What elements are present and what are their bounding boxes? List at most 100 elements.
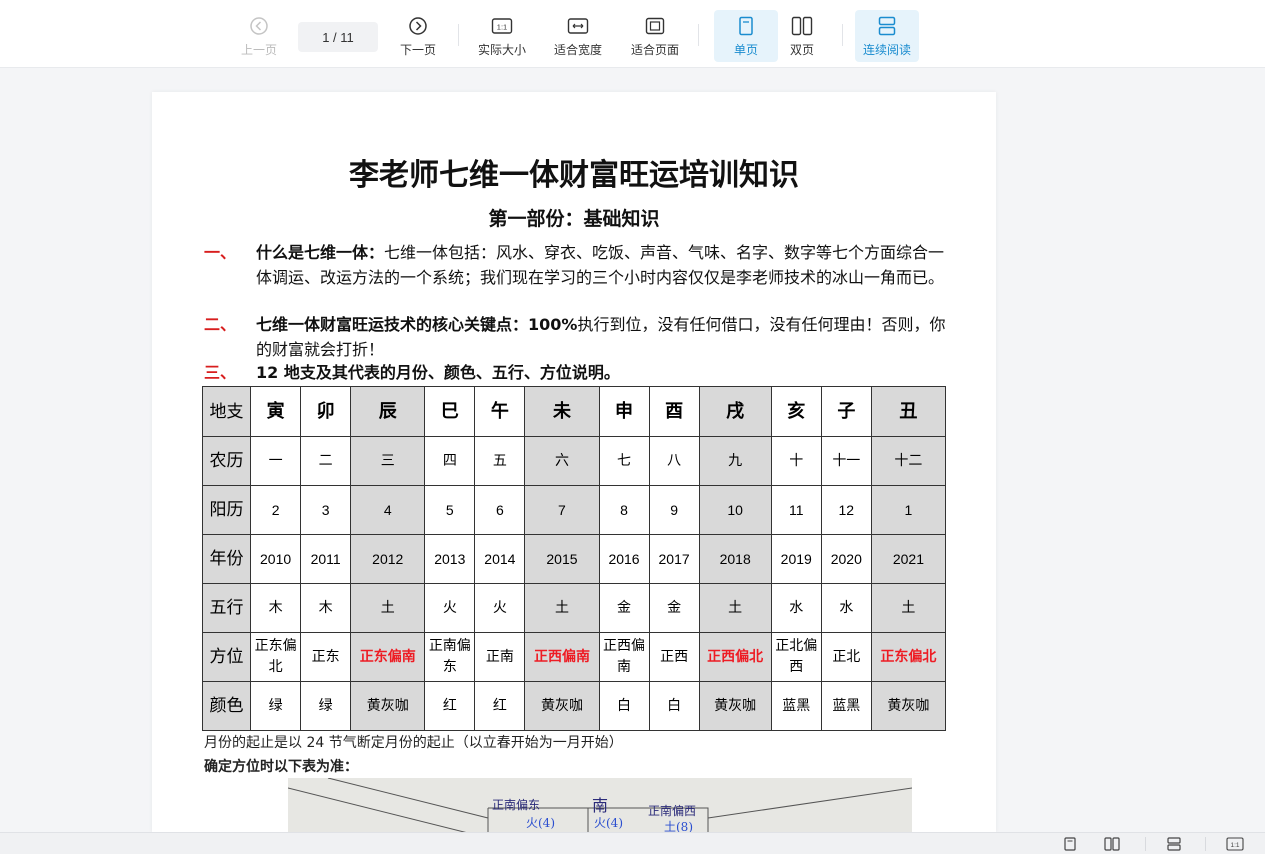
cell-value: 2019 [780, 550, 812, 567]
table-cell: 红 [474, 681, 526, 731]
cell-value: 2017 [658, 550, 690, 567]
table-cell: 9 [648, 485, 700, 535]
table-cell: 11 [770, 485, 822, 535]
svg-text:1:1: 1:1 [1230, 842, 1239, 849]
table-cell: 2020 [820, 534, 872, 584]
cell-value: 金 [617, 599, 632, 616]
table-cell: 2 [250, 485, 302, 535]
table-cell: 九 [698, 436, 772, 486]
cell-value: 红 [492, 697, 507, 714]
actual-size-label: 实际大小 [477, 43, 526, 57]
table-cell: 十一 [820, 436, 872, 486]
row-header-cell: 年份 [201, 534, 252, 584]
cell-value: 木 [268, 599, 283, 616]
cell-value: 绿 [268, 697, 283, 714]
fit-width-label: 适合宽度 [553, 43, 602, 57]
table-cell: 辰 [350, 386, 426, 437]
cell-value: 未 [552, 401, 571, 422]
cell-value: 子 [837, 401, 856, 422]
fit-page-icon [644, 15, 666, 37]
document-title: 李老师七维一体财富旺运培训知识 [349, 158, 799, 193]
cell-value: 巳 [440, 401, 459, 422]
page-number-input[interactable]: 1 / 11 [298, 22, 378, 52]
fit-page-button[interactable]: 适合页面 [623, 10, 687, 62]
table-cell: 六 [524, 436, 600, 486]
table-cell: 正北偏西 [770, 632, 822, 682]
table-cell: 正西 [648, 632, 700, 682]
cell-value: 金 [667, 599, 682, 616]
cell-value: 黄灰咖 [540, 697, 583, 714]
photo-label: 火(4) [526, 816, 555, 830]
table-cell: 12 [820, 485, 872, 535]
table-cell: 酉 [648, 386, 700, 437]
note-heading: 确定方位时以下表为准： [204, 759, 358, 775]
list-item: 一、 什么是七维一体：七维一体包括：风水、穿衣、吃饭、声音、气味、名字、数字等七… [204, 240, 948, 290]
cell-value: 10 [727, 501, 743, 518]
fit-width-button[interactable]: 适合宽度 [546, 10, 610, 62]
cell-value: 5 [445, 501, 454, 518]
table-cell: 蓝黑 [770, 681, 822, 731]
cell-value: 七 [617, 452, 632, 469]
single-page-icon [735, 15, 757, 37]
cell-value: 2010 [260, 550, 292, 567]
table-cell: 绿 [250, 681, 302, 731]
continuous-scroll-icon[interactable] [1166, 836, 1182, 852]
double-page-button[interactable]: 双页 [770, 10, 834, 62]
table-cell: 2015 [524, 534, 600, 584]
double-page-icon [791, 15, 813, 37]
chevron-left-icon [248, 15, 270, 37]
table-cell: 7 [524, 485, 600, 535]
cell-value: 正南 [485, 648, 514, 665]
double-page-icon[interactable] [1104, 836, 1120, 852]
cell-value: 六 [554, 452, 569, 469]
cell-value: 三 [380, 452, 395, 469]
table-cell: 金 [648, 583, 700, 633]
cell-value: 蓝黑 [832, 697, 861, 714]
cell-value: 土 [380, 599, 395, 616]
cell-value: 2012 [372, 550, 404, 567]
cell-value: 蓝黑 [782, 697, 811, 714]
color-row: 颜色 绿 绿 黄灰咖 红 红 黄灰咖 白 白 黄灰咖 蓝黑 蓝黑 黄灰咖 [201, 681, 947, 731]
list-item: 三、 12 地支及其代表的月份、颜色、五行、方位说明。 [204, 360, 948, 385]
cell-value: 正东 [311, 648, 340, 665]
cell-value: 申 [615, 401, 634, 422]
cell-value: 4 [383, 501, 392, 518]
table-cell: 木 [300, 583, 352, 633]
row-header-label: 农历 [209, 451, 244, 471]
table-cell: 1 [870, 485, 947, 535]
double-page-label: 双页 [789, 43, 814, 57]
prev-page-button[interactable]: 上一页 [227, 10, 291, 62]
cell-value: 3 [321, 501, 330, 518]
table-cell: 申 [598, 386, 650, 437]
cell-value: 四 [442, 452, 457, 469]
table-cell: 土 [698, 583, 772, 633]
row-header-label: 阳历 [209, 500, 244, 520]
table-cell: 火 [424, 583, 476, 633]
row-header-label: 方位 [209, 647, 244, 667]
cell-value: 酉 [665, 401, 684, 422]
table-cell: 水 [820, 583, 872, 633]
single-page-icon[interactable] [1062, 836, 1078, 852]
cell-value: 丑 [899, 401, 918, 422]
next-page-button[interactable]: 下一页 [386, 10, 450, 62]
actual-size-icon[interactable]: 1:1 [1226, 836, 1244, 852]
single-page-button[interactable]: 单页 [714, 10, 778, 62]
table-cell: 10 [698, 485, 772, 535]
list-number: 二、 [204, 315, 237, 334]
cell-value: 白 [667, 697, 682, 714]
item-heading: 什么是七维一体： [256, 243, 385, 262]
table-cell: 土 [524, 583, 600, 633]
table-cell: 未 [524, 386, 600, 437]
next-page-label: 下一页 [399, 43, 436, 57]
continuous-reading-button[interactable]: 连续阅读 [855, 10, 919, 62]
photo-label: 正南偏东 [492, 798, 541, 812]
actual-size-button[interactable]: 1:1 实际大小 [470, 10, 534, 62]
cell-value: 八 [667, 452, 682, 469]
single-page-label: 单页 [733, 43, 758, 57]
page-indicator: 1 / 11 [322, 29, 354, 45]
cell-value: 正东偏南 [359, 648, 416, 665]
toolbar-divider [698, 24, 699, 46]
cell-value: 黄灰咖 [887, 697, 930, 714]
table-cell: 白 [648, 681, 700, 731]
cell-value: 九 [728, 452, 743, 469]
